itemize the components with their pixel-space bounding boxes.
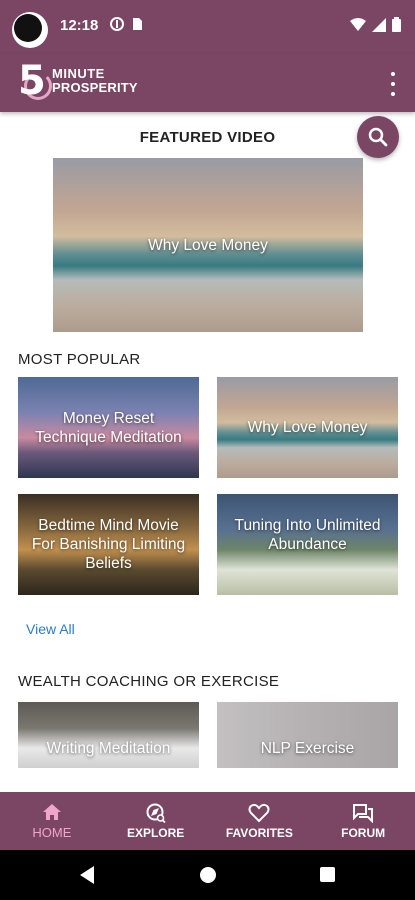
logo-text-prosperity: PROSPERITY bbox=[52, 80, 138, 95]
popular-card[interactable]: Why Love Money bbox=[217, 377, 398, 478]
logo-text-minute: MINUTE bbox=[52, 66, 105, 81]
nav-home[interactable]: HOME bbox=[0, 792, 104, 850]
explore-icon bbox=[146, 803, 166, 823]
search-button[interactable] bbox=[357, 116, 399, 158]
home-icon bbox=[42, 804, 61, 820]
app-bar: 5 MINUTE PROSPERITY bbox=[0, 54, 415, 112]
notification-icons bbox=[110, 17, 144, 31]
featured-video-title: Why Love Money bbox=[148, 236, 268, 254]
system-navigation-bar bbox=[0, 850, 415, 900]
nav-home-label: HOME bbox=[32, 825, 72, 840]
app-logo[interactable]: 5 MINUTE PROSPERITY bbox=[18, 58, 148, 106]
popular-card-title: Tuning Into Unlimited Abundance bbox=[234, 516, 381, 553]
home-button-icon[interactable] bbox=[200, 867, 216, 883]
sim-card-icon bbox=[133, 18, 142, 30]
popular-card[interactable]: Money Reset Technique Meditation bbox=[18, 377, 199, 478]
back-icon[interactable] bbox=[80, 866, 94, 884]
nav-favorites-label: FAVORITES bbox=[225, 825, 293, 840]
popular-card[interactable]: Bedtime Mind Movie For Banishing Limitin… bbox=[18, 494, 199, 595]
featured-video-card[interactable]: Why Love Money bbox=[53, 158, 363, 332]
wealth-coaching-title: WEALTH COACHING OR EXERCISE bbox=[18, 673, 280, 690]
dot-icon bbox=[391, 82, 395, 86]
camera-cutout bbox=[12, 12, 48, 48]
overflow-menu-button[interactable] bbox=[387, 72, 399, 96]
wifi-icon bbox=[350, 17, 366, 31]
coaching-card-title: NLP Exercise bbox=[260, 739, 355, 757]
nav-explore-label: EXPLORE bbox=[126, 825, 185, 840]
recents-icon[interactable] bbox=[320, 867, 335, 882]
status-time: 12:18 bbox=[60, 17, 99, 34]
nav-forum-label: FORUM bbox=[341, 825, 386, 840]
popular-card-title: Why Love Money bbox=[247, 419, 368, 436]
coaching-card[interactable]: NLP Exercise bbox=[217, 702, 398, 768]
search-icon bbox=[368, 127, 388, 147]
data-saver-icon bbox=[110, 17, 124, 31]
nav-favorites[interactable]: FAVORITES bbox=[208, 792, 312, 850]
most-popular-title: MOST POPULAR bbox=[18, 351, 141, 368]
view-all-link[interactable]: View All bbox=[26, 621, 75, 637]
popular-card-title: Bedtime Mind Movie For Banishing Limitin… bbox=[31, 517, 186, 572]
dot-icon bbox=[391, 92, 395, 96]
popular-card[interactable]: Tuning Into Unlimited Abundance bbox=[217, 494, 398, 595]
system-status-icons bbox=[350, 17, 401, 32]
bottom-navigation: HOME EXPLORE FAVORITES FORUM bbox=[0, 792, 415, 850]
battery-icon bbox=[392, 17, 401, 32]
dot-icon bbox=[391, 72, 395, 76]
heart-icon bbox=[248, 803, 270, 822]
featured-section-title: FEATURED VIDEO bbox=[139, 129, 276, 146]
logo-number: 5 bbox=[18, 58, 46, 104]
popular-card-title: Money Reset Technique Meditation bbox=[35, 409, 182, 446]
status-bar: 12:18 bbox=[0, 0, 415, 54]
signal-icon bbox=[372, 17, 386, 32]
nav-explore[interactable]: EXPLORE bbox=[104, 792, 208, 850]
forum-icon bbox=[353, 803, 374, 823]
nav-forum[interactable]: FORUM bbox=[311, 792, 415, 850]
coaching-card[interactable]: Writing Meditation bbox=[18, 702, 199, 768]
coaching-card-title: Writing Meditation bbox=[46, 739, 171, 757]
